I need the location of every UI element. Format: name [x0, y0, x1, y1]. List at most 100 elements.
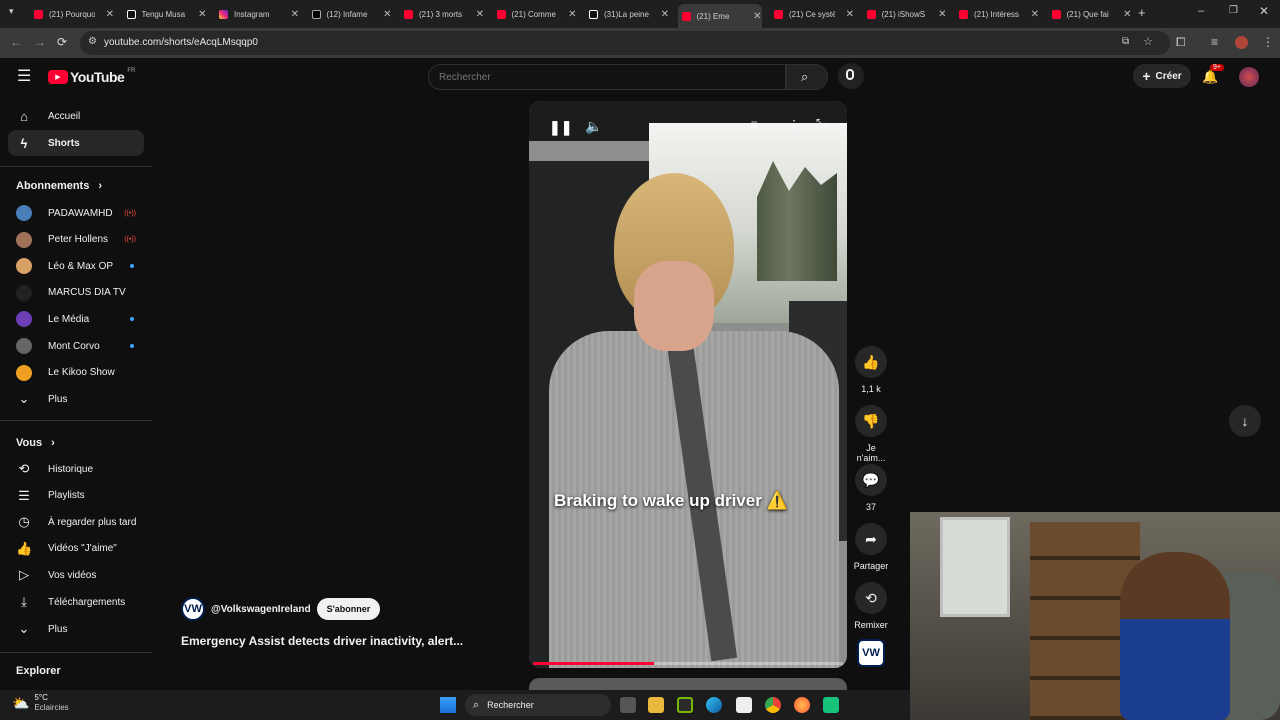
- close-tab-icon[interactable]: ✕: [476, 9, 484, 20]
- close-tab-icon[interactable]: ✕: [1123, 9, 1131, 20]
- browser-tab[interactable]: (21) Que fai ✕: [1048, 4, 1132, 24]
- browser-tab[interactable]: (21) Eme ✕: [677, 4, 762, 28]
- firefox-icon[interactable]: [794, 697, 810, 713]
- nvidia-icon[interactable]: [677, 697, 693, 713]
- volume-icon[interactable]: 🔈: [585, 118, 602, 135]
- maximize-button[interactable]: ❐: [1229, 5, 1238, 16]
- voice-search-button[interactable]: [838, 63, 864, 89]
- store-icon[interactable]: [736, 697, 752, 713]
- notification-badge: 9+: [1210, 64, 1224, 71]
- browser-tab[interactable]: Instagram ✕: [215, 4, 299, 24]
- browser-tab[interactable]: (21) Intéress ✕: [955, 4, 1039, 24]
- browser-tab[interactable]: (12) Infame ✕: [308, 4, 392, 24]
- url-text[interactable]: youtube.com/shorts/eAcqLMsqqp0: [104, 37, 258, 48]
- notifications-button[interactable]: 🔔 9+: [1202, 64, 1224, 86]
- app-icon[interactable]: [823, 697, 839, 713]
- share-button[interactable]: ➦ Partager: [851, 523, 891, 571]
- sidebar-item-shorts[interactable]: ϟ Shorts: [8, 130, 144, 156]
- browser-tab[interactable]: Tengu Musa ✕: [123, 4, 207, 24]
- shorts-video-player[interactable]: ❚❚ 🔈 ⧈ ⋮ ⤡ Braking to wake up driver ⚠️: [529, 101, 847, 668]
- browser-tab[interactable]: (21) 3 morts ✕: [400, 4, 484, 24]
- new-tab-button[interactable]: +: [1138, 5, 1146, 20]
- site-info-icon[interactable]: ⚙: [88, 36, 97, 47]
- browser-tab[interactable]: (21) Comme ✕: [493, 4, 577, 24]
- you-heading[interactable]: Vous ›: [16, 437, 55, 449]
- sidebar-subscription[interactable]: Le Kikoo Show: [8, 360, 144, 386]
- youtube-logo[interactable]: ▶ YouTube FR: [48, 68, 135, 85]
- edge-icon[interactable]: [706, 697, 722, 713]
- search-box[interactable]: [428, 64, 786, 90]
- subscribe-button[interactable]: S'abonner: [316, 598, 381, 620]
- sidebar-item-download[interactable]: ⤓ Téléchargements: [8, 589, 144, 615]
- pause-icon[interactable]: ❚❚: [549, 119, 572, 136]
- task-view-icon[interactable]: [620, 697, 636, 713]
- you-more-button[interactable]: ⌄ Plus: [8, 616, 144, 642]
- sidebar-item-video[interactable]: ▷ Vos vidéos: [8, 562, 144, 588]
- address-bar[interactable]: ⚙ youtube.com/shorts/eAcqLMsqqp0 ⧉ ☆: [80, 31, 1170, 55]
- close-tab-icon[interactable]: ✕: [198, 9, 206, 20]
- remix-button[interactable]: ⟲ Remixer: [851, 582, 891, 630]
- subscriptions-heading[interactable]: Abonnements ›: [16, 180, 102, 192]
- sidebar-subscription[interactable]: Mont Corvo: [8, 333, 144, 359]
- browser-tab[interactable]: (31)La peine ✕: [585, 4, 669, 24]
- sidebar-item-clock[interactable]: ◷ À regarder plus tard: [8, 509, 144, 535]
- browser-tab[interactable]: (21) iShowS ✕: [863, 4, 947, 24]
- sound-channel-avatar[interactable]: VW: [857, 639, 885, 667]
- next-short-button[interactable]: ↓: [1229, 405, 1261, 437]
- minimize-button[interactable]: –: [1198, 5, 1204, 17]
- forward-icon[interactable]: →: [34, 35, 46, 49]
- next-short-preview[interactable]: [529, 678, 847, 690]
- close-tab-icon[interactable]: ✕: [1031, 9, 1039, 20]
- sidebar-item-thumb-up[interactable]: 👍 Vidéos "J'aime": [8, 536, 144, 562]
- bookmark-star-icon[interactable]: ☆: [1143, 35, 1153, 48]
- extensions-icon[interactable]: ⧠: [1176, 35, 1186, 50]
- account-avatar[interactable]: [1239, 67, 1259, 87]
- sidebar-item-home[interactable]: ⌂ Accueil: [8, 103, 144, 129]
- more-options-icon[interactable]: ⋮: [787, 117, 801, 134]
- captions-icon[interactable]: ⧈: [751, 119, 757, 130]
- profile-avatar[interactable]: [1235, 36, 1248, 49]
- sidebar-item-history[interactable]: ⟲ Historique: [8, 456, 144, 482]
- weather-widget[interactable]: ⛅ 5°C Eclaircies: [12, 693, 69, 713]
- back-icon[interactable]: ←: [10, 35, 22, 49]
- progress-bar[interactable]: [533, 662, 843, 665]
- browser-tab[interactable]: (21) Ce systè ✕: [770, 4, 854, 24]
- close-tab-icon[interactable]: ✕: [661, 9, 669, 20]
- close-window-button[interactable]: ✕: [1259, 4, 1269, 18]
- tab-list-icon[interactable]: ▾: [9, 6, 14, 17]
- browser-menu-icon[interactable]: ⋮: [1262, 35, 1274, 49]
- browser-tab[interactable]: (21) Pourquoi ✕: [30, 4, 114, 24]
- reload-icon[interactable]: ⟳: [57, 35, 67, 49]
- close-tab-icon[interactable]: ✕: [568, 9, 576, 20]
- dislike-button[interactable]: 👎 Je n'aim...: [851, 405, 891, 463]
- subscriptions-more-button[interactable]: ⌄ Plus: [8, 386, 144, 412]
- close-tab-icon[interactable]: ✕: [291, 9, 299, 20]
- close-tab-icon[interactable]: ✕: [753, 11, 761, 22]
- fullscreen-icon[interactable]: ⤡: [816, 116, 826, 131]
- media-controls-icon[interactable]: ≡: [1211, 35, 1218, 49]
- search-input[interactable]: [439, 69, 769, 85]
- create-button[interactable]: + Créer: [1133, 64, 1191, 88]
- comments-button[interactable]: 💬 37: [851, 464, 891, 512]
- like-button[interactable]: 👍 1,1 k: [851, 346, 891, 394]
- start-button[interactable]: [440, 697, 456, 713]
- hamburger-menu-icon[interactable]: ☰: [17, 66, 31, 86]
- video-title[interactable]: Emergency Assist detects driver inactivi…: [181, 634, 463, 648]
- close-tab-icon[interactable]: ✕: [106, 9, 114, 20]
- channel-avatar[interactable]: VW: [181, 597, 205, 621]
- close-tab-icon[interactable]: ✕: [846, 9, 854, 20]
- sidebar-subscription[interactable]: MARCUS DIA TV: [8, 280, 144, 306]
- sidebar-subscription[interactable]: Le Média: [8, 306, 144, 332]
- file-explorer-icon[interactable]: [648, 697, 664, 713]
- sidebar-subscription[interactable]: Peter Hollens ((•)): [8, 227, 144, 253]
- sidebar-subscription[interactable]: PADAWAMHD ((•)): [8, 200, 144, 226]
- taskbar-search[interactable]: ⌕ Rechercher: [465, 694, 611, 716]
- sidebar-item-playlist[interactable]: ☰ Playlists: [8, 483, 144, 509]
- close-tab-icon[interactable]: ✕: [383, 9, 391, 20]
- channel-name[interactable]: @VolkswagenIreland: [211, 604, 311, 615]
- close-tab-icon[interactable]: ✕: [938, 9, 946, 20]
- search-button[interactable]: ⌕: [786, 64, 828, 90]
- sidebar-subscription[interactable]: Léo & Max OP: [8, 253, 144, 279]
- install-app-icon[interactable]: ⧉: [1122, 36, 1129, 47]
- chrome-icon[interactable]: [765, 697, 781, 713]
